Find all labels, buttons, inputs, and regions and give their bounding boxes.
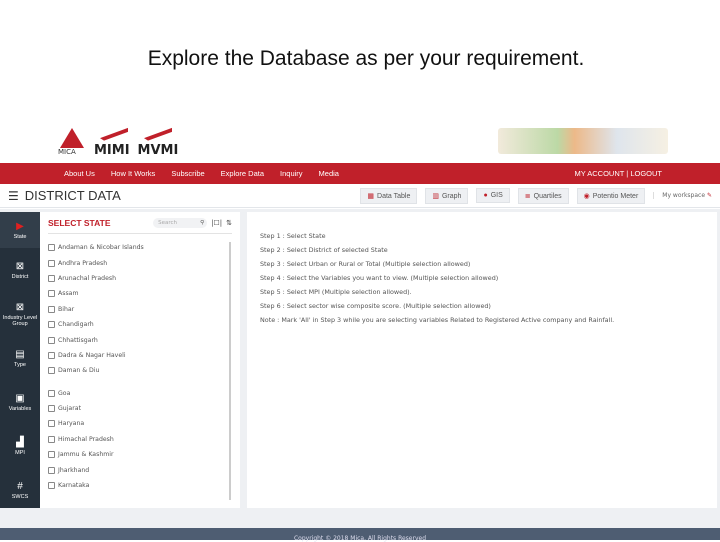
search-input[interactable]: Search ⚲ xyxy=(153,217,208,228)
sort-icon[interactable]: ⇅ xyxy=(226,219,232,227)
checkbox[interactable] xyxy=(48,466,55,474)
checkbox[interactable] xyxy=(48,389,55,397)
checkbox[interactable] xyxy=(48,274,55,282)
checkbox[interactable] xyxy=(48,367,55,375)
state-option[interactable]: Chhattisgarh xyxy=(48,332,228,347)
select-state-panel: SELECT STATE Search ⚲ |☐| ⇅ Andaman & Nic… xyxy=(40,212,240,508)
account-logout-link[interactable]: MY ACCOUNT | LOGOUT xyxy=(566,169,670,178)
state-option[interactable]: Andaman & Nicobar Islands xyxy=(48,240,228,255)
building-icon: ▤ xyxy=(15,348,25,360)
step-text: Step 5 : Select MPI (Multiple selection … xyxy=(260,288,412,296)
step-text: Step 2 : Select District of selected Sta… xyxy=(260,246,388,254)
main-area: ▶ State ⊠ District ⊠ Industry Level Group ▤… xyxy=(0,209,720,528)
sidebar: ▶ State ⊠ District ⊠ Industry Level Group ▤… xyxy=(0,212,40,508)
state-option[interactable]: Himachal Pradesh xyxy=(48,432,228,447)
variables-icon: ▣ xyxy=(15,392,25,404)
table-icon: ▦ xyxy=(367,192,375,200)
toolbar: ☰ DISTRICT DATA ▦ Data Table ▥ Graph ● GIS … xyxy=(0,184,720,208)
checkbox[interactable] xyxy=(48,420,55,428)
state-list[interactable]: Andaman & Nicobar Islands Andhra Pradesh A… xyxy=(48,240,228,502)
checkbox[interactable] xyxy=(48,290,55,298)
sidebar-item-state[interactable]: ▶ State xyxy=(0,212,40,248)
footer: Copyright © 2018 Mica. All Rights Reserv… xyxy=(0,528,720,542)
mvmi-logo: MVMI xyxy=(138,133,179,158)
data-table-button[interactable]: ▦ Data Table xyxy=(360,187,418,204)
checkbox[interactable] xyxy=(48,321,55,329)
page-title: DISTRICT DATA xyxy=(24,188,121,203)
mica-logo: MICA xyxy=(58,128,86,158)
gis-button[interactable]: ● GIS xyxy=(476,188,510,203)
checkbox[interactable] xyxy=(48,336,55,344)
step-text: Step 6 : Select sector wise composite sc… xyxy=(260,302,491,310)
graph-button[interactable]: ▥ Graph xyxy=(425,187,469,204)
pencil-icon: ✎ xyxy=(706,192,712,199)
step-text: Step 4 : Select the Variables you want t… xyxy=(260,274,499,282)
state-option[interactable]: Haryana xyxy=(48,416,228,431)
nav-subscribe[interactable]: Subscribe xyxy=(163,169,212,178)
sidebar-item-type[interactable]: ▤ Type xyxy=(0,336,40,380)
mimi-logo: MIMI xyxy=(94,133,130,158)
step-text: Step 1 : Select State xyxy=(260,232,326,240)
state-option[interactable]: Arunachal Pradesh xyxy=(48,271,228,286)
state-option[interactable]: Dadra & Nagar Haveli xyxy=(48,348,228,363)
hash-icon: # xyxy=(17,480,23,492)
state-option[interactable]: Gujarat xyxy=(48,401,228,416)
search-icon: ⚲ xyxy=(200,219,205,226)
nav-about-us[interactable]: About Us xyxy=(56,169,103,178)
flag-icon: ▶ xyxy=(16,220,24,232)
checkbox[interactable] xyxy=(48,451,55,459)
state-option[interactable]: Goa xyxy=(48,386,228,401)
map-icon: ⊠ xyxy=(15,260,25,272)
checkbox[interactable] xyxy=(48,351,55,359)
select-all-checkbox[interactable]: |☐| xyxy=(211,219,222,227)
graph-icon: ▥ xyxy=(432,192,439,200)
state-option[interactable]: Karnataka xyxy=(48,478,228,493)
note-text: Note : Mark 'All' in Step 3 while you ar… xyxy=(260,316,615,324)
nav-media[interactable]: Media xyxy=(311,169,347,178)
step-text: Step 3 : Select Urban or Rural or Total … xyxy=(260,260,471,268)
sidebar-item-industry-level-group[interactable]: ⊠ Industry Level Group xyxy=(0,292,40,336)
sidebar-item-variables[interactable]: ▣ Variables xyxy=(0,380,40,424)
slide-title: Explore the Database as per your require… xyxy=(147,47,585,70)
map-icon: ⊠ xyxy=(15,301,25,313)
logos: MICA MIMI MVMI xyxy=(58,128,178,158)
checkbox[interactable] xyxy=(48,482,55,490)
state-option[interactable]: Chandigarh xyxy=(48,317,228,332)
checkbox[interactable] xyxy=(48,259,55,267)
sidebar-item-swcs[interactable]: # SWCS xyxy=(0,468,40,512)
chart-icon: ▟ xyxy=(16,436,24,448)
list-icon: ≣ xyxy=(524,192,531,200)
quartiles-button[interactable]: ≣ Quartiles xyxy=(517,187,569,204)
nav-inquiry[interactable]: Inquiry xyxy=(272,169,311,178)
scrollbar[interactable] xyxy=(229,242,231,500)
state-option[interactable]: Assam xyxy=(48,286,228,301)
main-nav: About Us How It Works Subscribe Explore … xyxy=(0,163,720,184)
checkbox[interactable] xyxy=(48,405,55,413)
state-option[interactable]: Jharkhand xyxy=(48,462,228,477)
sidebar-item-district[interactable]: ⊠ District xyxy=(0,248,40,292)
state-option[interactable]: Andhra Pradesh xyxy=(48,255,228,270)
checkbox[interactable] xyxy=(48,305,55,313)
state-option[interactable]: Jammu & Kashmir xyxy=(48,447,228,462)
nav-how-it-works[interactable]: How It Works xyxy=(103,169,163,178)
checkbox[interactable] xyxy=(48,435,55,443)
nav-explore-data[interactable]: Explore Data xyxy=(213,169,272,178)
state-option[interactable]: Bihar xyxy=(48,302,228,317)
gauge-icon: ◉ xyxy=(583,192,590,200)
sidebar-item-mpi[interactable]: ▟ MPI xyxy=(0,424,40,468)
hamburger-menu-icon[interactable]: ☰ xyxy=(8,189,19,203)
banner-illustration xyxy=(498,128,668,154)
potentio-meter-button[interactable]: ◉ Potentio Meter xyxy=(576,187,646,204)
instructions-panel: Step 1 : Select State Step 2 : Select Dis… xyxy=(247,212,717,508)
map-pin-icon: ● xyxy=(483,192,488,199)
my-workspace-link[interactable]: My workspace ✎ xyxy=(653,192,712,199)
state-option[interactable]: Daman & Diu xyxy=(48,363,228,378)
panel-heading: SELECT STATE xyxy=(48,217,111,228)
checkbox[interactable] xyxy=(48,244,55,252)
